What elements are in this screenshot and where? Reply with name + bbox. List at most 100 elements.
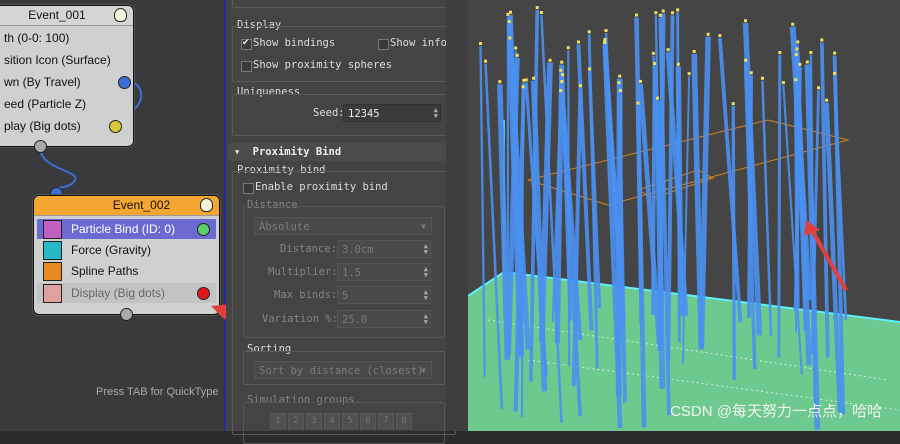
display-color-port[interactable] bbox=[109, 120, 122, 133]
rollout-scrollbar[interactable] bbox=[446, 0, 468, 431]
distance-mode-dropdown[interactable]: Absolute ▼ bbox=[254, 217, 432, 235]
particle-dot bbox=[671, 11, 674, 14]
show-info-label: Show info bbox=[390, 37, 447, 49]
particle-dot bbox=[656, 97, 659, 100]
show-proximity-spheres-label: Show proximity spheres bbox=[253, 59, 392, 71]
sim-group-button-7[interactable]: 7 bbox=[378, 413, 394, 429]
show-proximity-spheres-checkbox[interactable] bbox=[241, 61, 252, 72]
distance-spinner[interactable]: 3.0cm▲▼ bbox=[337, 240, 431, 258]
output-port[interactable] bbox=[118, 76, 131, 89]
sim-group-button-6[interactable]: 6 bbox=[360, 413, 376, 429]
event-001-header[interactable]: Event_001 bbox=[0, 6, 133, 26]
multiplier-spinner[interactable]: 1.5▲▼ bbox=[337, 263, 431, 281]
particle-bind-icon bbox=[43, 220, 62, 239]
max-binds-spinner[interactable]: 5▲▼ bbox=[337, 286, 431, 304]
seed-label: Seed: bbox=[313, 107, 345, 119]
lightbulb-icon[interactable] bbox=[114, 8, 127, 22]
show-info-checkbox[interactable] bbox=[378, 39, 389, 50]
particle-dot bbox=[560, 61, 563, 64]
operator-row-force[interactable]: Force (Gravity) bbox=[37, 240, 216, 260]
event-001-row[interactable]: sition Icon (Surface) bbox=[0, 50, 130, 70]
sorting-dropdown[interactable]: Sort by distance (closest) ▼ bbox=[254, 361, 432, 379]
distance-label: Distance: bbox=[280, 243, 337, 255]
particle-dot bbox=[833, 52, 836, 55]
sim-group-button-3[interactable]: 3 bbox=[306, 413, 322, 429]
collapse-toggle-icon[interactable]: ▾ bbox=[234, 146, 240, 158]
particle-dot bbox=[778, 51, 781, 54]
spinner-arrows-icon[interactable]: ▲▼ bbox=[434, 107, 438, 119]
event-002-node[interactable]: Event_002 Particle Bind (ID: 0) Force (G… bbox=[33, 195, 220, 315]
particle-dot bbox=[744, 19, 747, 22]
particle-strand bbox=[678, 67, 681, 317]
operator-row-display[interactable]: Display (Big dots) bbox=[37, 283, 216, 303]
event-002-header[interactable]: Event_002 bbox=[34, 196, 219, 216]
modifier-rollout-panel[interactable]: Display Show bindings Show info Show pro… bbox=[226, 0, 468, 431]
particle-dot bbox=[498, 80, 501, 83]
variation-spinner[interactable]: 25.0▲▼ bbox=[337, 310, 431, 328]
proximity-bind-rollout-header[interactable]: ▾ Proximity Bind bbox=[228, 143, 452, 161]
operator-row-spline-paths[interactable]: Spline Paths bbox=[37, 261, 216, 281]
particle-dot bbox=[654, 11, 657, 14]
spinner-arrows-icon[interactable]: ▲▼ bbox=[424, 266, 428, 278]
particle-dot bbox=[809, 51, 812, 54]
particle-dot bbox=[509, 11, 512, 14]
max-binds-label: Max binds: bbox=[274, 289, 337, 301]
particle-dot bbox=[522, 85, 525, 88]
spinner-arrows-icon[interactable]: ▲▼ bbox=[424, 313, 428, 325]
lightbulb-icon[interactable] bbox=[200, 198, 213, 212]
event-001-row[interactable]: th (0-0: 100) bbox=[0, 28, 130, 48]
particle-dot bbox=[639, 80, 642, 83]
spinner-arrows-icon[interactable]: ▲▼ bbox=[424, 243, 428, 255]
event-001-node[interactable]: Event_001 th (0-0: 100) sition Icon (Sur… bbox=[0, 5, 134, 147]
event-001-output-connector[interactable] bbox=[34, 140, 47, 153]
particle-dot bbox=[619, 89, 622, 92]
particle-dot bbox=[560, 80, 563, 83]
particle-dot bbox=[750, 71, 753, 74]
top-group-edge bbox=[232, 0, 456, 8]
event-002-output-connector[interactable] bbox=[120, 308, 133, 321]
particle-dot bbox=[508, 37, 511, 40]
particle-dot bbox=[561, 73, 564, 76]
status-green-dot[interactable] bbox=[197, 223, 210, 236]
operator-row-particle-bind[interactable]: Particle Bind (ID: 0) bbox=[37, 219, 216, 239]
display-icon bbox=[43, 284, 62, 303]
particle-dot bbox=[588, 30, 591, 33]
seed-spinner[interactable]: 12345 ▲▼ bbox=[343, 104, 441, 122]
particle-dot bbox=[588, 68, 591, 71]
particle-dot bbox=[662, 10, 665, 13]
particle-dot bbox=[667, 48, 670, 51]
particle-view[interactable]: Event_001 th (0-0: 100) sition Icon (Sur… bbox=[0, 0, 226, 431]
variation-label: Variation %: bbox=[262, 313, 338, 325]
watermark-text: CSDN @每天努力一点点，哈哈 bbox=[670, 400, 882, 421]
particle-dot bbox=[603, 38, 606, 41]
event-001-row[interactable]: wn (By Travel) bbox=[0, 72, 130, 92]
particle-dot bbox=[659, 14, 662, 17]
particle-dot bbox=[761, 77, 764, 80]
particle-dot bbox=[508, 20, 511, 23]
particle-dot bbox=[796, 40, 799, 43]
sim-group-button-1[interactable]: 1 bbox=[270, 413, 286, 429]
particle-dot bbox=[617, 81, 620, 84]
particle-dot bbox=[532, 77, 535, 80]
event-001-row[interactable]: play (Big dots) bbox=[0, 116, 130, 136]
particle-dot bbox=[605, 29, 608, 32]
particle-dot bbox=[794, 78, 797, 81]
sim-group-button-4[interactable]: 4 bbox=[324, 413, 340, 429]
sim-group-button-8[interactable]: 8 bbox=[396, 413, 412, 429]
show-bindings-checkbox[interactable] bbox=[241, 39, 252, 50]
particle-dot bbox=[677, 63, 680, 66]
particle-dot bbox=[833, 72, 836, 75]
sim-group-button-2[interactable]: 2 bbox=[288, 413, 304, 429]
particle-dot bbox=[707, 33, 710, 36]
event-001-row[interactable]: eed (Particle Z) bbox=[0, 94, 130, 114]
enable-proximity-bind-checkbox[interactable] bbox=[243, 183, 254, 194]
sim-group-button-5[interactable]: 5 bbox=[342, 413, 358, 429]
particle-dot bbox=[577, 41, 580, 44]
particle-dot bbox=[791, 23, 794, 26]
particle-dot bbox=[820, 38, 823, 41]
display-color-port[interactable] bbox=[197, 287, 210, 300]
spinner-arrows-icon[interactable]: ▲▼ bbox=[424, 289, 428, 301]
perspective-viewport[interactable]: CSDN @每天努力一点点，哈哈 bbox=[468, 0, 900, 431]
particle-dot bbox=[603, 41, 606, 44]
particle-dot bbox=[732, 102, 735, 105]
